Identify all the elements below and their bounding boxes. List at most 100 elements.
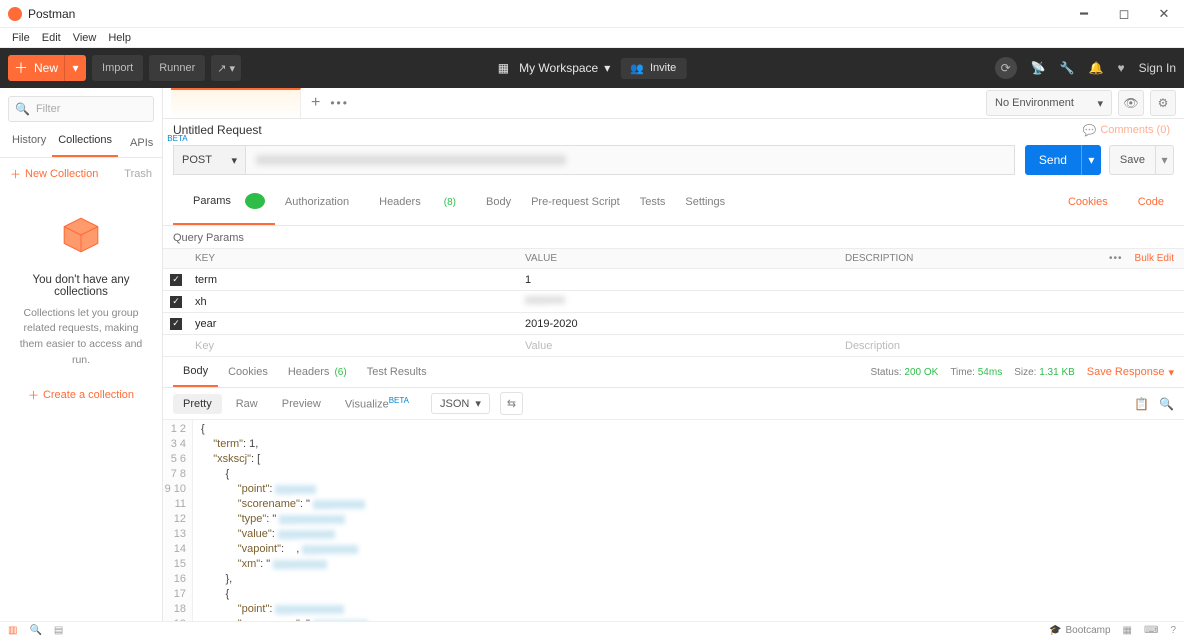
invite-button[interactable]: 👥 Invite xyxy=(620,58,686,79)
chevron-down-icon: ▾ xyxy=(1097,97,1103,110)
layout-icon[interactable]: ▦ xyxy=(1123,625,1132,636)
url-input[interactable]: xxxxxxxxxxxxxxxxxxxxxxxxxxxxxxxxxxx xyxy=(245,145,1015,175)
empty-cube-icon xyxy=(60,214,102,256)
request-tab[interactable] xyxy=(171,88,301,118)
tab-params[interactable]: Params xyxy=(173,179,275,225)
menu-view[interactable]: View xyxy=(67,32,103,44)
filter-input[interactable]: 🔍 Filter xyxy=(8,96,154,122)
bell-icon[interactable]: 🔔 xyxy=(1089,61,1104,75)
col-value-header: VALUE xyxy=(519,253,839,264)
request-name[interactable]: Untitled Request xyxy=(173,123,262,137)
environment-quicklook-icon[interactable]: 👁 xyxy=(1118,90,1144,116)
param-desc-placeholder[interactable]: Description xyxy=(839,340,1184,352)
signin-button[interactable]: Sign In xyxy=(1139,61,1176,75)
tab-tests[interactable]: Tests xyxy=(630,188,676,216)
param-checkbox[interactable]: ✓ xyxy=(170,296,182,308)
search-icon[interactable]: 🔍 xyxy=(1159,397,1174,411)
find-icon[interactable]: 🔍 xyxy=(29,625,41,636)
chevron-down-icon: ▾ xyxy=(475,397,481,410)
trash-link[interactable]: Trash xyxy=(124,168,152,180)
param-key-placeholder[interactable]: Key xyxy=(189,340,519,352)
col-desc-header: DESCRIPTION xyxy=(839,253,1109,264)
heart-icon[interactable]: ♥ xyxy=(1118,61,1125,75)
menubar: File Edit View Help xyxy=(0,28,1184,48)
param-checkbox[interactable]: ✓ xyxy=(170,274,182,286)
bulk-edit-link[interactable]: Bulk Edit xyxy=(1135,253,1174,264)
resp-tab-tests[interactable]: Test Results xyxy=(357,358,437,386)
sidebar-tab-history[interactable]: History xyxy=(6,126,52,157)
runner-button[interactable]: Runner xyxy=(149,55,205,81)
satellite-icon[interactable]: 📡 xyxy=(1031,61,1046,75)
param-checkbox[interactable]: ✓ xyxy=(170,318,182,330)
copy-icon[interactable]: 📋 xyxy=(1134,397,1149,411)
col-key-header: KEY xyxy=(189,253,519,264)
wrench-icon[interactable]: 🔧 xyxy=(1060,61,1075,75)
new-collection-button[interactable]: ＋New Collection xyxy=(10,166,98,182)
keyboard-icon[interactable]: ⌨ xyxy=(1144,625,1158,636)
window-close-icon[interactable]: ✕ xyxy=(1144,0,1184,28)
save-dropdown[interactable]: ▾ xyxy=(1156,145,1174,175)
param-key-input[interactable]: xh xyxy=(189,296,519,308)
send-button[interactable]: Send xyxy=(1025,145,1081,175)
response-body[interactable]: 1 2 3 4 5 6 7 8 9 10 11 12 13 14 15 16 1… xyxy=(163,420,1184,621)
params-dot-icon xyxy=(245,193,265,209)
open-new-button[interactable]: ↗ ▾ xyxy=(211,55,241,81)
new-button[interactable]: ＋ New xyxy=(8,55,64,81)
param-value-input[interactable]: 1 xyxy=(519,274,839,286)
param-value-input[interactable]: 2019-2020 xyxy=(519,318,839,330)
resp-tab-headers[interactable]: Headers (6) xyxy=(278,358,357,386)
console-icon[interactable]: ▤ xyxy=(54,625,63,636)
param-value-placeholder[interactable]: Value xyxy=(519,340,839,352)
bootcamp-link[interactable]: 🎓Bootcamp xyxy=(1049,625,1110,636)
import-button[interactable]: Import xyxy=(92,55,143,81)
view-preview[interactable]: Preview xyxy=(272,394,331,414)
query-params-label: Query Params xyxy=(163,226,1184,248)
view-visualize[interactable]: VisualizeBETA xyxy=(335,392,419,415)
add-tab-button[interactable]: + xyxy=(311,94,320,112)
save-button[interactable]: Save xyxy=(1109,145,1156,175)
menu-edit[interactable]: Edit xyxy=(36,32,67,44)
status-label: Status: 200 OK xyxy=(870,367,938,378)
size-label: Size: 1.31 KB xyxy=(1014,367,1075,378)
create-collection-link[interactable]: ＋Create a collection xyxy=(28,387,134,403)
window-maximize-icon[interactable]: ◻ xyxy=(1104,0,1144,28)
method-dropdown[interactable]: POST ▾ xyxy=(173,145,245,175)
view-raw[interactable]: Raw xyxy=(226,394,268,414)
wrap-toggle-icon[interactable]: ⇆ xyxy=(500,392,523,415)
tab-headers[interactable]: Headers (8) xyxy=(359,188,476,216)
environment-dropdown[interactable]: No Environment ▾ xyxy=(986,90,1112,116)
plus-icon: ＋ xyxy=(10,166,21,182)
tab-authorization[interactable]: Authorization xyxy=(275,188,359,216)
window-title: Postman xyxy=(28,7,75,21)
cookies-link[interactable]: Cookies xyxy=(1058,188,1118,216)
new-dropdown[interactable]: ▾ xyxy=(64,55,86,81)
workspace-label: My Workspace xyxy=(519,61,598,75)
code-link[interactable]: Code xyxy=(1128,188,1174,216)
param-value-input[interactable]: xxxx xyxy=(519,296,839,308)
sync-icon[interactable]: ⟳ xyxy=(995,57,1017,79)
workspace-dropdown[interactable]: My Workspace ▾ xyxy=(519,61,610,75)
window-titlebar: Postman ━ ◻ ✕ xyxy=(0,0,1184,28)
menu-help[interactable]: Help xyxy=(102,32,137,44)
tab-prerequest[interactable]: Pre-request Script xyxy=(521,188,630,216)
param-key-input[interactable]: year xyxy=(189,318,519,330)
comments-button[interactable]: 💬 Comments (0) xyxy=(1083,124,1170,137)
sidebar-tab-collections[interactable]: Collections xyxy=(52,126,118,157)
sidebar-toggle-icon[interactable]: ▥ xyxy=(8,625,17,636)
settings-gear-icon[interactable]: ⚙ xyxy=(1150,90,1176,116)
params-more-icon[interactable]: ••• xyxy=(1109,253,1123,264)
view-pretty[interactable]: Pretty xyxy=(173,394,222,414)
param-key-input[interactable]: term xyxy=(189,274,519,286)
window-minimize-icon[interactable]: ━ xyxy=(1064,0,1104,28)
format-dropdown[interactable]: JSON▾ xyxy=(431,393,490,414)
chevron-down-icon: ▾ xyxy=(231,154,237,167)
tab-body[interactable]: Body xyxy=(476,188,521,216)
menu-file[interactable]: File xyxy=(6,32,36,44)
resp-tab-body[interactable]: Body xyxy=(173,357,218,387)
tab-more-button[interactable]: ••• xyxy=(330,96,349,110)
tab-settings[interactable]: Settings xyxy=(675,188,735,216)
send-dropdown[interactable]: ▾ xyxy=(1081,145,1101,175)
help-icon[interactable]: ? xyxy=(1170,625,1176,636)
save-response-link[interactable]: Save Response ▾ xyxy=(1087,366,1174,379)
resp-tab-cookies[interactable]: Cookies xyxy=(218,358,278,386)
